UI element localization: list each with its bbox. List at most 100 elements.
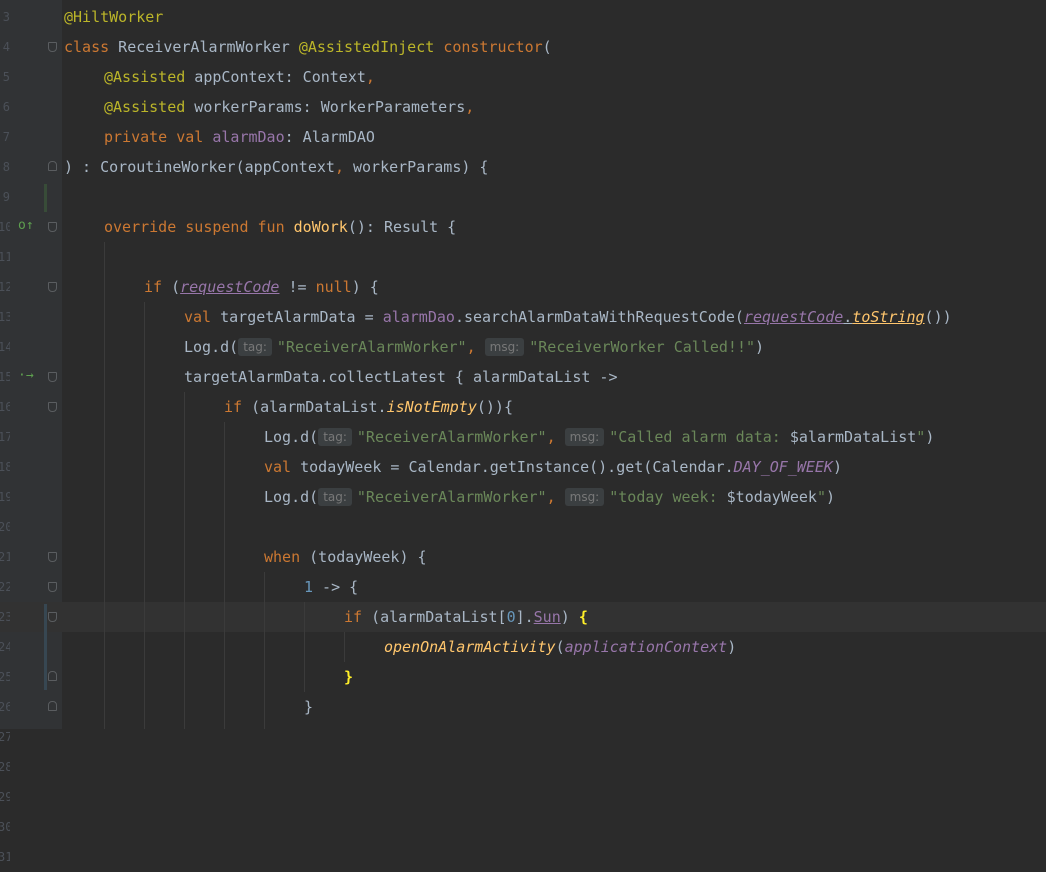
code-line[interactable]: openOnAlarmActivity(applicationContext) xyxy=(0,632,1046,662)
code-text: .searchAlarmDataWithRequestCode( xyxy=(454,308,744,326)
variable: requestCode xyxy=(743,308,844,326)
annotation: @HiltWorker xyxy=(64,8,164,26)
keyword: class xyxy=(64,38,110,56)
keyword: if xyxy=(144,278,163,296)
code-line[interactable]: } xyxy=(0,662,1046,692)
line-number: 11 xyxy=(0,250,10,264)
property: alarmDao xyxy=(212,128,285,146)
inlay-hint-msg: msg: xyxy=(564,428,605,446)
code-text: != xyxy=(279,278,316,296)
property: alarmDao xyxy=(382,308,455,326)
code-text: ) { xyxy=(351,278,379,296)
code-text: ) xyxy=(755,338,765,356)
code-text: targetAlarmData.collectLatest { alarmDat… xyxy=(184,368,618,386)
keyword: val xyxy=(264,458,292,476)
code-line[interactable]: class ReceiverAlarmWorker @AssistedInjec… xyxy=(0,32,1046,62)
code-text: ()){ xyxy=(476,398,513,416)
line-number: 20 xyxy=(0,520,10,534)
string: " xyxy=(816,488,826,506)
code-text: Log.d( xyxy=(264,488,319,506)
comma: , xyxy=(334,158,344,176)
code-text: ) : CoroutineWorker(appContext xyxy=(64,158,335,176)
code-line[interactable]: if (alarmDataList.isNotEmpty()){ xyxy=(0,392,1046,422)
keyword: if xyxy=(344,608,363,626)
extension-function: toString xyxy=(852,308,925,326)
inlay-hint-tag: tag: xyxy=(238,338,272,356)
code-text: ( xyxy=(162,278,181,296)
code-line[interactable]: when (todayWeek) { xyxy=(0,542,1046,572)
annotation: @Assisted xyxy=(104,98,186,116)
code-text: (todayWeek) { xyxy=(300,548,427,566)
dot: . xyxy=(843,308,853,326)
number: 0 xyxy=(506,608,516,626)
line-number: 9 xyxy=(2,190,10,204)
code-line[interactable]: Log.d(tag: "ReceiverAlarmWorker", msg: "Re… xyxy=(0,332,1046,362)
code-line[interactable]: Log.d(tag: "ReceiverAlarmWorker", msg: "to… xyxy=(0,482,1046,512)
inlay-hint-msg: msg: xyxy=(564,488,605,506)
code-line[interactable]: override suspend fun doWork(): Result { xyxy=(0,212,1046,242)
code-text: ) xyxy=(925,428,935,446)
code-line[interactable]: Log.d(tag: "ReceiverAlarmWorker", msg: "Ca… xyxy=(0,422,1046,452)
code-line[interactable]: ) : CoroutineWorker(appContext, workerPa… xyxy=(0,152,1046,182)
string: "today week: xyxy=(609,488,727,506)
code-line[interactable]: val targetAlarmData = alarmDao.searchAla… xyxy=(0,302,1046,332)
class-name: ReceiverAlarmWorker xyxy=(109,38,299,56)
number: 1 xyxy=(304,578,314,596)
code-text: todayWeek = Calendar.getInstance().get(C… xyxy=(291,458,734,476)
code-line[interactable]: private val alarmDao: AlarmDAO xyxy=(0,122,1046,152)
code-line[interactable]: val todayWeek = Calendar.getInstance().g… xyxy=(0,452,1046,482)
code-line[interactable]: if (alarmDataList[0].Sun) { xyxy=(0,602,1046,632)
code-text: -> { xyxy=(313,578,359,596)
constant: DAY_OF_WEEK xyxy=(733,458,833,476)
keyword: private val xyxy=(104,128,204,146)
vcs-added-marker[interactable] xyxy=(44,184,47,212)
code-text: ) xyxy=(727,638,737,656)
code-line[interactable]: if (requestCode != null) { xyxy=(0,272,1046,302)
code-text: (alarmDataList[ xyxy=(362,608,507,626)
comma: , xyxy=(546,488,556,506)
code-text: ) xyxy=(832,458,842,476)
code-text: Log.d( xyxy=(184,338,239,356)
keyword: constructor xyxy=(443,38,543,56)
parameter: workerParams: WorkerParameters xyxy=(185,98,466,116)
code-text: Log.d( xyxy=(264,428,319,446)
code-line[interactable]: @Assisted workerParams: WorkerParameters… xyxy=(0,92,1046,122)
line-number: 30 xyxy=(0,820,10,834)
code-line[interactable]: @Assisted appContext: Context, xyxy=(0,62,1046,92)
inlay-hint-tag: tag: xyxy=(318,488,352,506)
annotation: @AssistedInject xyxy=(298,38,435,56)
parameter: appContext: Context xyxy=(185,68,366,86)
annotation: @Assisted xyxy=(104,68,186,86)
comma: , xyxy=(465,98,475,116)
code-line[interactable]: 1 -> { xyxy=(0,572,1046,602)
string: "ReceiverAlarmWorker" xyxy=(356,428,547,446)
code-line[interactable]: targetAlarmData.collectLatest { alarmDat… xyxy=(0,362,1046,392)
keyword: val xyxy=(184,308,212,326)
comma: , xyxy=(546,428,556,446)
code-text: } xyxy=(304,698,314,716)
function-name: doWork xyxy=(293,218,348,236)
paren: ( xyxy=(542,38,552,56)
inlay-hint-tag: tag: xyxy=(318,428,352,446)
code-text: ( xyxy=(555,638,565,656)
line-number: 31 xyxy=(0,850,10,864)
string: " xyxy=(916,428,926,446)
code-text: (): Result { xyxy=(347,218,457,236)
string-template: $todayWeek xyxy=(726,488,817,506)
code-text: ) xyxy=(560,608,579,626)
property: Sun xyxy=(533,608,561,626)
code-text: (alarmDataList. xyxy=(242,398,387,416)
string: "Called alarm data: xyxy=(609,428,790,446)
type: : AlarmDAO xyxy=(284,128,375,146)
line-number: 29 xyxy=(0,790,10,804)
code-editor[interactable]: 3 4 5 6 7 8 9 10 11 12 13 14 15 16 17 18 19 20 21 22 23 24 25 2… xyxy=(0,0,1046,864)
code-text: ()) xyxy=(924,308,952,326)
code-line[interactable]: @HiltWorker xyxy=(0,2,1046,32)
function-call: openOnAlarmActivity xyxy=(384,638,556,656)
string: "ReceiverAlarmWorker" xyxy=(276,338,467,356)
string: "ReceiverAlarmWorker" xyxy=(356,488,547,506)
code-line[interactable]: } xyxy=(0,692,1046,722)
